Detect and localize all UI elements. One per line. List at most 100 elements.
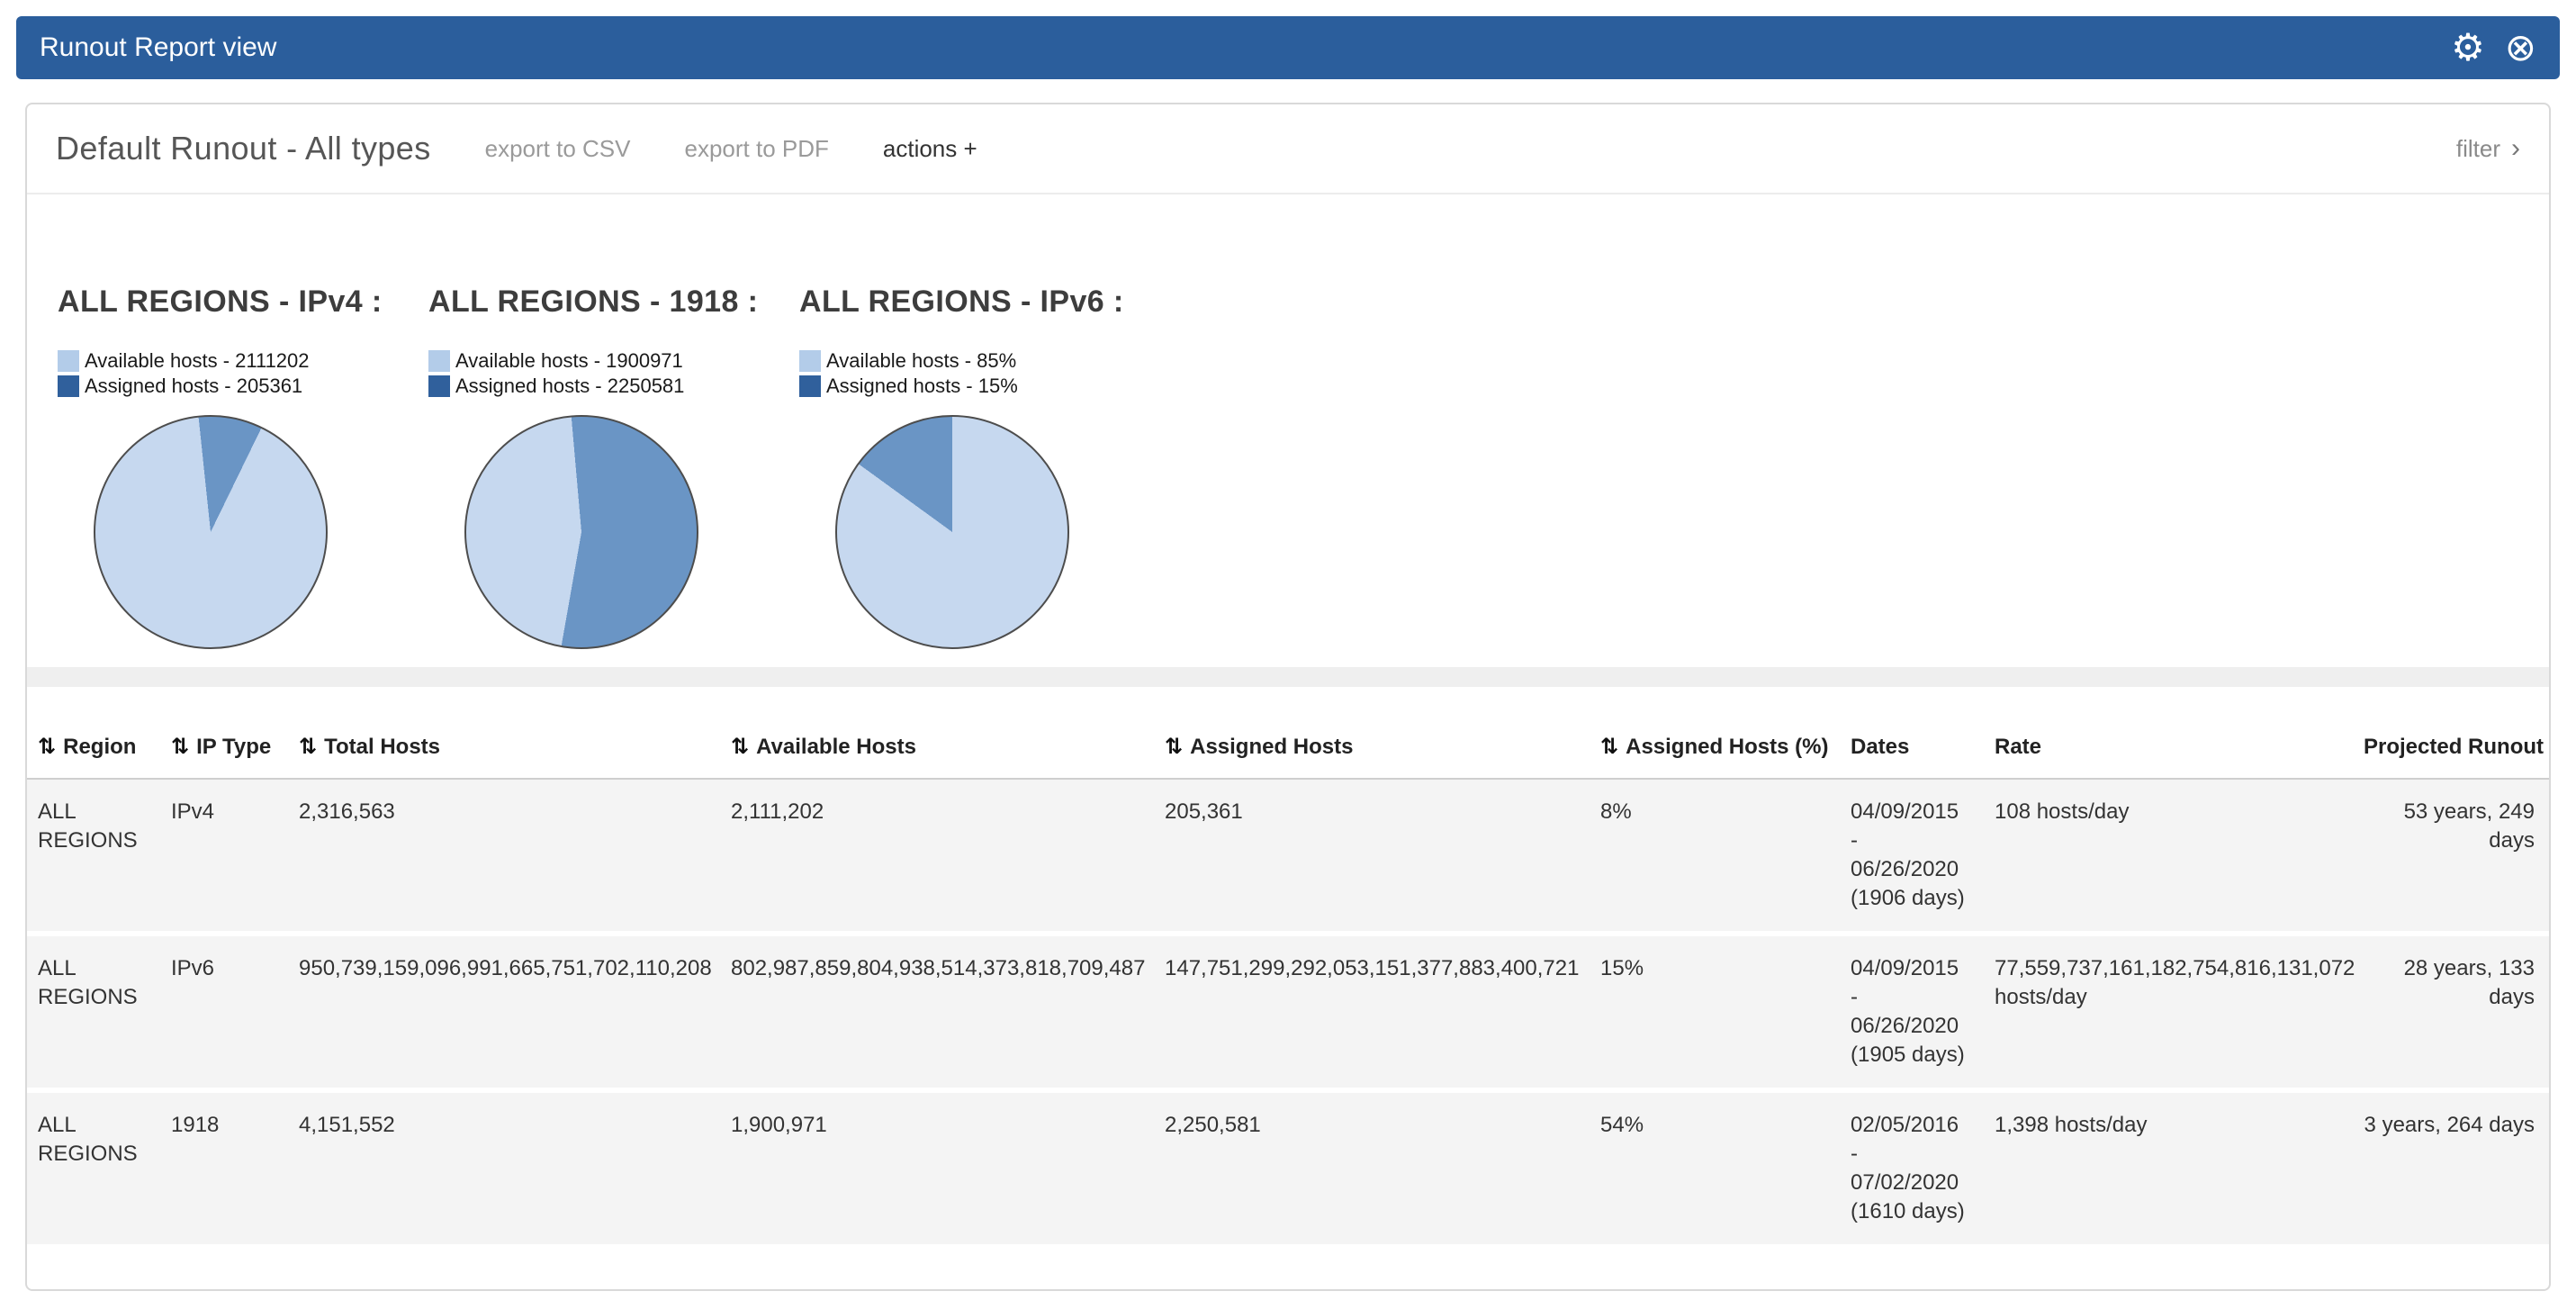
chart-title: ALL REGIONS - 1918 : xyxy=(428,284,799,320)
cell-assigned-hosts: 8% xyxy=(1586,779,1836,934)
cell-assigned-hosts: 15% xyxy=(1586,934,1836,1090)
filter-toggle[interactable]: filter › xyxy=(2456,133,2520,164)
column-label: Rate xyxy=(1995,735,2041,759)
column-label: Available Hosts xyxy=(756,735,916,759)
column-header-assigned-hosts[interactable]: ⇅ Assigned Hosts xyxy=(1150,687,1586,779)
table-row: ALL REGIONSIPv6950,739,159,096,991,665,7… xyxy=(27,934,2549,1090)
cell-projected-runout: 53 years, 249 days xyxy=(2349,779,2549,934)
cell-available-hosts: 802,987,859,804,938,514,373,818,709,487 xyxy=(716,934,1150,1090)
cell-ip-type: IPv6 xyxy=(157,934,284,1090)
legend-swatch xyxy=(428,375,450,397)
column-header-rate: Rate xyxy=(1980,687,2349,779)
pie-chart-block: ALL REGIONS - IPv6 : Available hosts - 85… xyxy=(799,284,1170,649)
table-row: ALL REGIONSIPv42,316,5632,111,202205,361… xyxy=(27,779,2549,934)
titlebar-icons: ⚙ ⊗ xyxy=(2451,29,2536,67)
legend-label: Assigned hosts - 205361 xyxy=(85,374,302,399)
chart-legend: Available hosts - 1900971Assigned hosts … xyxy=(428,348,799,399)
cell-assigned-hosts: 147,751,299,292,053,151,377,883,400,721 xyxy=(1150,934,1586,1090)
column-label: Dates xyxy=(1851,735,1909,759)
column-label: IP Type xyxy=(196,735,271,759)
cell-assigned-hosts: 205,361 xyxy=(1150,779,1586,934)
chart-title: ALL REGIONS - IPv6 : xyxy=(799,284,1170,320)
cell-projected-runout: 3 years, 264 days xyxy=(2349,1090,2549,1247)
column-header-region[interactable]: ⇅ Region xyxy=(27,687,157,779)
legend-item: Assigned hosts - 2250581 xyxy=(428,374,799,399)
column-header-available-hosts[interactable]: ⇅ Available Hosts xyxy=(716,687,1150,779)
chart-legend: Available hosts - 85%Assigned hosts - 15… xyxy=(799,348,1170,399)
column-label: Projected Runout xyxy=(2364,735,2544,759)
column-label: Assigned Hosts xyxy=(1190,735,1353,759)
pie-chart-block: ALL REGIONS - 1918 : Available hosts - 19… xyxy=(428,284,799,649)
cell-rate: 108 hosts/day xyxy=(1980,779,2349,934)
legend-label: Available hosts - 2111202 xyxy=(85,348,310,374)
chevron-right-icon: › xyxy=(2511,133,2520,164)
cell-ip-type: 1918 xyxy=(157,1090,284,1247)
legend-label: Available hosts - 85% xyxy=(826,348,1016,374)
runout-table: ⇅ Region ⇅ IP Type ⇅ Total Hosts ⇅ Available Ho… xyxy=(27,687,2549,1250)
cell-dates: 04/09/2015 - 06/26/2020 (1905 days) xyxy=(1836,934,1980,1090)
cell-available-hosts: 2,111,202 xyxy=(716,779,1150,934)
cell-rate: 77,559,737,161,182,754,816,131,072 hosts… xyxy=(1980,934,2349,1090)
column-label: Region xyxy=(63,735,136,759)
report-title: Default Runout - All types xyxy=(56,130,431,167)
sort-icon: ⇅ xyxy=(171,735,189,759)
cell-region: ALL REGIONS xyxy=(27,1090,157,1247)
column-header-assigned-hosts[interactable]: ⇅ Assigned Hosts (%) xyxy=(1586,687,1836,779)
column-header-total-hosts[interactable]: ⇅ Total Hosts xyxy=(284,687,716,779)
actions-menu[interactable]: actions + xyxy=(883,135,977,163)
cell-ip-type: IPv4 xyxy=(157,779,284,934)
cell-dates: 04/09/2015 - 06/26/2020 (1906 days) xyxy=(1836,779,1980,934)
export-pdf-link[interactable]: export to PDF xyxy=(684,135,828,163)
pie-chart xyxy=(835,415,1069,649)
table-body: ALL REGIONSIPv42,316,5632,111,202205,361… xyxy=(27,779,2549,1247)
legend-item: Available hosts - 85% xyxy=(799,348,1170,374)
legend-swatch xyxy=(58,350,79,372)
runout-report-view: Runout Report view ⚙ ⊗ Default Runout - … xyxy=(0,0,2576,1300)
cell-assigned-hosts: 2,250,581 xyxy=(1150,1090,1586,1247)
pie-chart xyxy=(94,415,328,649)
legend-swatch xyxy=(428,350,450,372)
cell-available-hosts: 1,900,971 xyxy=(716,1090,1150,1247)
export-csv-link[interactable]: export to CSV xyxy=(485,135,631,163)
sort-icon: ⇅ xyxy=(1600,735,1618,759)
cell-dates: 02/05/2016 - 07/02/2020 (1610 days) xyxy=(1836,1090,1980,1247)
cell-rate: 1,398 hosts/day xyxy=(1980,1090,2349,1247)
cell-assigned-hosts: 54% xyxy=(1586,1090,1836,1247)
legend-label: Assigned hosts - 2250581 xyxy=(455,374,684,399)
legend-label: Assigned hosts - 15% xyxy=(826,374,1018,399)
legend-swatch xyxy=(58,375,79,397)
sort-icon: ⇅ xyxy=(731,735,749,759)
legend-swatch xyxy=(799,350,821,372)
titlebar: Runout Report view ⚙ ⊗ xyxy=(16,16,2560,79)
cell-total-hosts: 2,316,563 xyxy=(284,779,716,934)
legend-label: Available hosts - 1900971 xyxy=(455,348,683,374)
chart-legend: Available hosts - 2111202Assigned hosts … xyxy=(58,348,428,399)
column-label: Total Hosts xyxy=(324,735,440,759)
cell-projected-runout: 28 years, 133 days xyxy=(2349,934,2549,1090)
close-icon[interactable]: ⊗ xyxy=(2505,29,2536,67)
sort-icon: ⇅ xyxy=(299,735,317,759)
pie-chart-block: ALL REGIONS - IPv4 :Available hosts - 21… xyxy=(58,284,428,649)
legend-swatch xyxy=(799,375,821,397)
sort-icon: ⇅ xyxy=(1165,735,1183,759)
filter-label: filter xyxy=(2456,135,2500,163)
column-header-ip-type[interactable]: ⇅ IP Type xyxy=(157,687,284,779)
table-section: ⇅ Region ⇅ IP Type ⇅ Total Hosts ⇅ Available Ho… xyxy=(27,687,2549,1289)
pie-chart xyxy=(464,415,698,649)
legend-item: Assigned hosts - 15% xyxy=(799,374,1170,399)
cell-region: ALL REGIONS xyxy=(27,779,157,934)
legend-item: Assigned hosts - 205361 xyxy=(58,374,428,399)
sort-icon: ⇅ xyxy=(38,735,56,759)
legend-item: Available hosts - 2111202 xyxy=(58,348,428,374)
legend-item: Available hosts - 1900971 xyxy=(428,348,799,374)
column-header-projected-runout: Projected Runout xyxy=(2349,687,2549,779)
report-panel: Default Runout - All types export to CSV… xyxy=(25,103,2551,1291)
cell-region: ALL REGIONS xyxy=(27,934,157,1090)
pie-charts-row: ALL REGIONS - IPv4 :Available hosts - 21… xyxy=(27,194,2549,667)
column-label: Assigned Hosts (%) xyxy=(1626,735,1828,759)
table-row: ALL REGIONS19184,151,5521,900,9712,250,5… xyxy=(27,1090,2549,1247)
table-header-row: ⇅ Region ⇅ IP Type ⇅ Total Hosts ⇅ Available Ho… xyxy=(27,687,2549,779)
gear-icon[interactable]: ⚙ xyxy=(2451,29,2485,67)
view-title: Runout Report view xyxy=(40,32,276,63)
toolbar: Default Runout - All types export to CSV… xyxy=(27,104,2549,194)
